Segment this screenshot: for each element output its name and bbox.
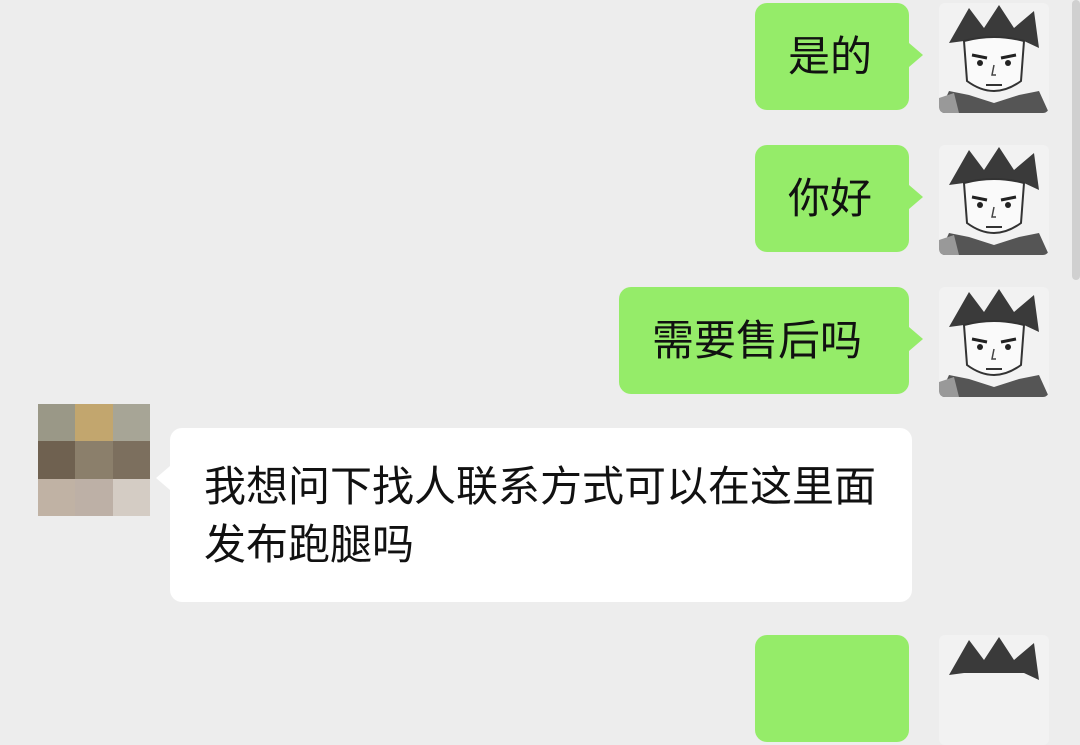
bubble-tail <box>156 466 170 490</box>
incoming-message[interactable]: 我想问下找人联系方式可以在这里面发布跑腿吗 <box>170 428 912 602</box>
bubble-tail <box>909 43 923 67</box>
outgoing-message[interactable]: 需要售后吗 <box>619 287 909 394</box>
bubble-tail <box>909 185 923 209</box>
self-avatar-icon[interactable] <box>939 3 1049 113</box>
outgoing-message[interactable]: 是的 <box>755 3 909 110</box>
message-text: 我想问下找人联系方式可以在这里面发布跑腿吗 <box>204 462 877 569</box>
self-avatar-icon[interactable] <box>939 287 1049 397</box>
message-text: 是的 <box>788 32 873 81</box>
bubble-tail <box>909 327 923 351</box>
self-avatar-icon[interactable] <box>939 635 1049 745</box>
outgoing-message[interactable]: 你好 <box>755 145 909 252</box>
chat-area[interactable]: 是的 你好 需要售后吗 我想问下找人联系方式可以在这里面发布跑腿吗 <box>0 0 1080 745</box>
self-avatar-icon[interactable] <box>939 145 1049 255</box>
message-text: 需要售后吗 <box>652 316 863 365</box>
scrollbar[interactable] <box>1072 0 1080 280</box>
outgoing-message[interactable] <box>755 635 909 742</box>
message-text: 你好 <box>788 174 873 223</box>
other-avatar-icon[interactable] <box>38 404 150 516</box>
